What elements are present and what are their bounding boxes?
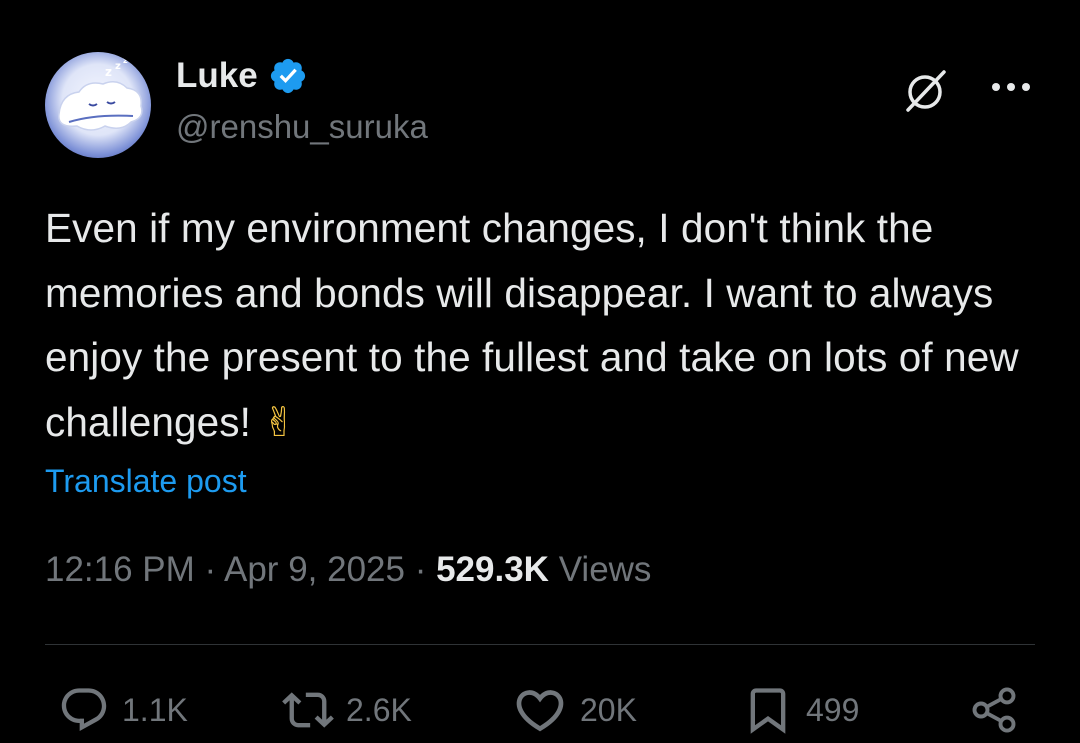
repost-button[interactable]: 2.6K bbox=[282, 682, 412, 738]
post-meta: 12:16 PM · Apr 9, 2025 · 529.3K Views bbox=[45, 550, 651, 590]
grok-button[interactable] bbox=[898, 62, 954, 118]
verified-badge-icon[interactable] bbox=[268, 56, 308, 96]
views-count: 529.3K bbox=[436, 550, 549, 589]
sleeping-cloud-avatar-icon: z z z bbox=[58, 56, 143, 131]
heart-icon bbox=[516, 690, 564, 732]
bookmark-button[interactable]: 499 bbox=[742, 682, 859, 738]
reply-count: 1.1K bbox=[122, 691, 188, 728]
bookmark-count: 499 bbox=[806, 691, 860, 728]
translate-post-link[interactable]: Translate post bbox=[45, 463, 247, 500]
avatar[interactable]: z z z bbox=[45, 52, 151, 158]
reply-button[interactable]: 1.1K bbox=[58, 682, 188, 738]
reply-icon bbox=[61, 688, 107, 732]
post-date[interactable]: Apr 9, 2025 bbox=[224, 550, 405, 589]
post-text: Even if my environment changes, I don't … bbox=[45, 196, 1035, 454]
share-button[interactable] bbox=[968, 682, 1020, 738]
views-label: Views bbox=[558, 550, 652, 589]
author-display-name[interactable]: Luke bbox=[176, 56, 258, 96]
svg-text:z: z bbox=[123, 56, 128, 65]
repost-icon bbox=[282, 692, 334, 728]
more-horizontal-icon bbox=[992, 83, 1030, 91]
victory-hand-emoji: ✌ bbox=[262, 397, 297, 446]
bookmark-icon bbox=[750, 688, 786, 734]
post-text-content: Even if my environment changes, I don't … bbox=[45, 205, 1019, 445]
meta-separator: · bbox=[414, 550, 427, 589]
grok-icon bbox=[906, 70, 946, 112]
divider bbox=[45, 644, 1035, 645]
share-icon bbox=[972, 687, 1016, 733]
svg-text:z: z bbox=[105, 65, 112, 79]
meta-separator: · bbox=[204, 550, 217, 589]
like-button[interactable]: 20K bbox=[512, 682, 637, 738]
repost-count: 2.6K bbox=[346, 691, 412, 728]
svg-text:z: z bbox=[115, 61, 121, 72]
like-count: 20K bbox=[580, 691, 637, 728]
author-name-row[interactable]: Luke bbox=[176, 56, 308, 96]
more-button[interactable] bbox=[988, 70, 1034, 104]
post-time[interactable]: 12:16 PM bbox=[45, 550, 195, 589]
author-handle[interactable]: @renshu_suruka bbox=[176, 108, 428, 146]
